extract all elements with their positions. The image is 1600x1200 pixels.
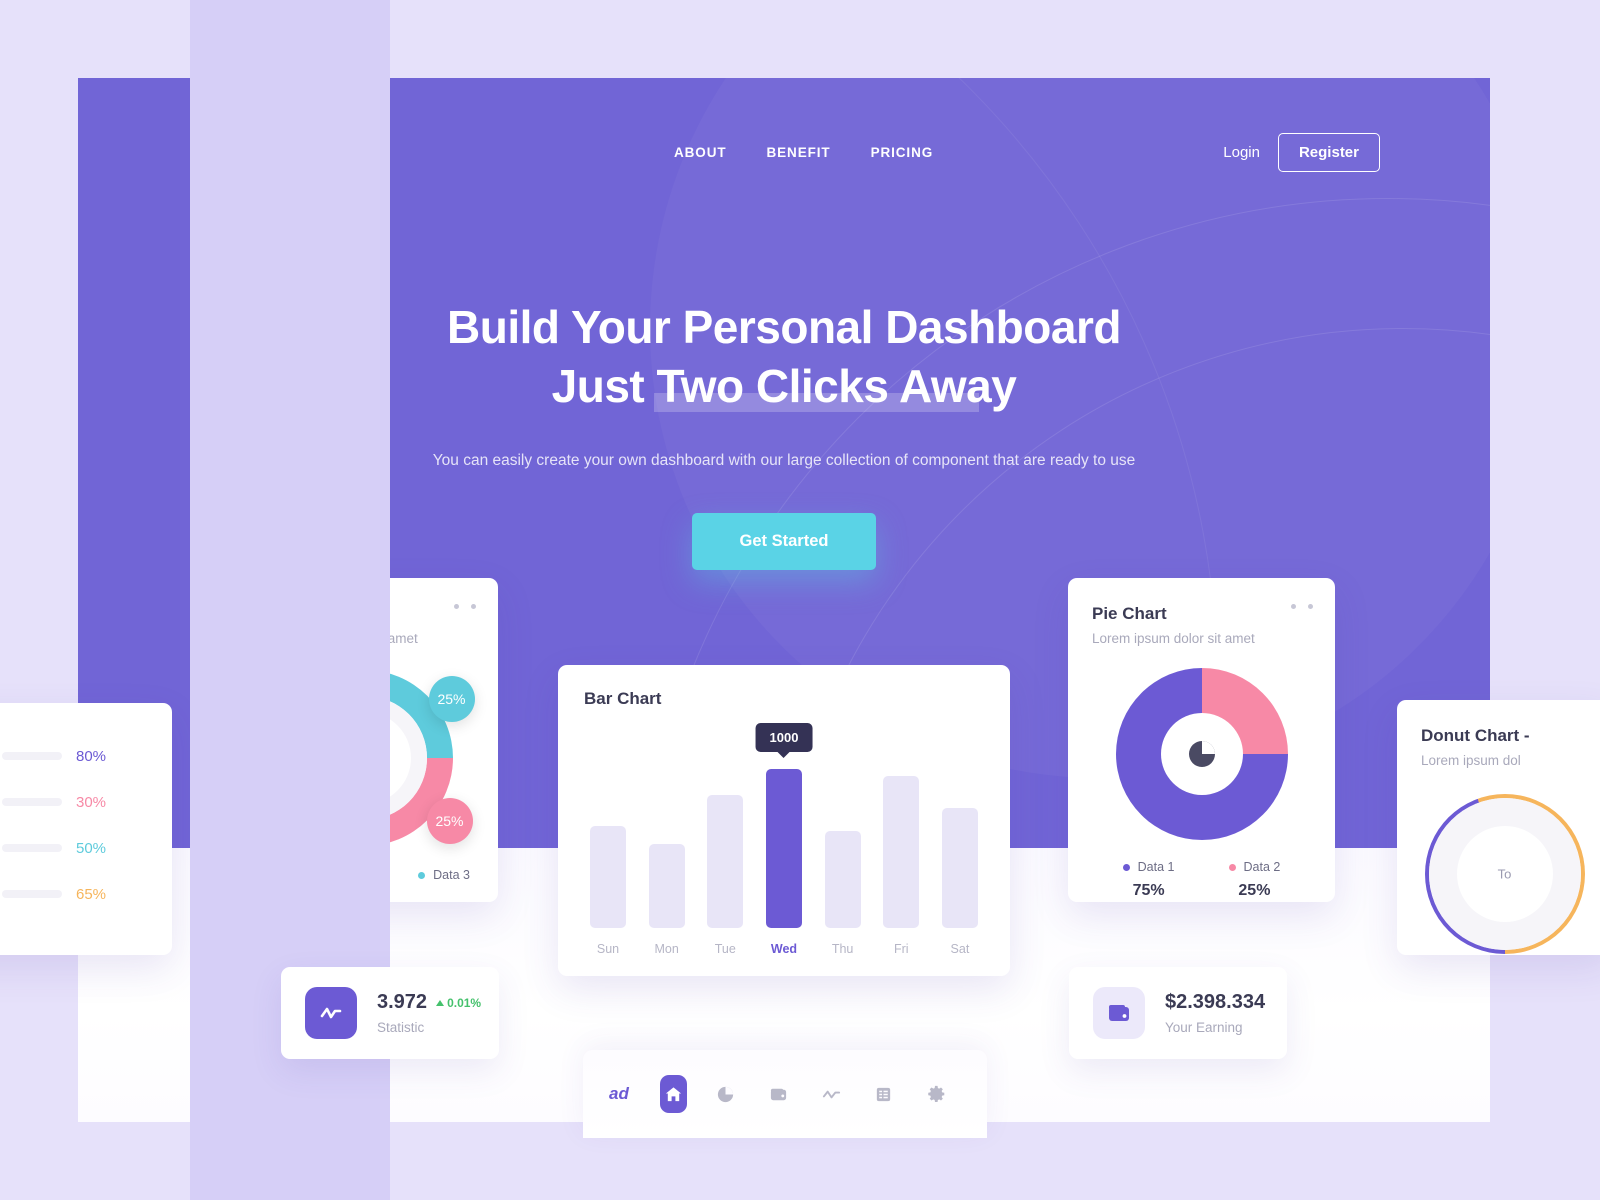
bar[interactable] — [941, 808, 978, 928]
progress-bar — [2, 798, 62, 806]
progress-row: 80% — [0, 733, 172, 779]
activity-icon — [305, 987, 357, 1039]
statistic-card: 3.972 0.01% Statistic — [281, 967, 499, 1059]
earning-label: Your Earning — [1165, 1020, 1243, 1035]
bar-column — [824, 831, 861, 928]
legend-label: Data 2 — [1243, 860, 1281, 874]
bar-column — [648, 844, 685, 928]
bar-column: 1000 — [755, 723, 813, 928]
legend-dot — [418, 871, 426, 879]
wallet-icon — [769, 1085, 788, 1104]
bar-label-sun: Sun — [596, 942, 620, 956]
hero-title-line1: Build Your Personal Dashboard — [447, 301, 1121, 353]
statistic-body: 3.972 0.01% Statistic — [377, 991, 481, 1035]
card-subtitle: Lorem ipsum dol — [1421, 753, 1521, 768]
toolbar-item-home[interactable] — [659, 1075, 687, 1113]
bar-active[interactable] — [765, 769, 802, 928]
donut-bubble-pink: 25% — [426, 798, 473, 844]
earning-card: $2.398.334 Your Earning — [1069, 967, 1287, 1059]
progress-value: 30% — [76, 793, 107, 811]
donut-chart-card-partial: Donut Chart - Lorem ipsum dol To — [1397, 700, 1600, 955]
bar-label-thu: Thu — [831, 942, 854, 956]
card-subtitle: Lorem ipsum dolor sit amet — [1092, 631, 1255, 646]
donut-bubble-teal: 25% — [428, 676, 475, 722]
hero-title-line2-wrap: Just Two Clicks Away — [552, 357, 1017, 416]
earning-body: $2.398.334 Your Earning — [1165, 991, 1265, 1035]
statistic-delta-value: 0.01% — [447, 995, 482, 1010]
list-icon — [874, 1085, 893, 1104]
toolbar-item-charts[interactable] — [713, 1075, 740, 1113]
pie-legend: Data 1 75% Data 2 25% — [1092, 860, 1311, 900]
legend-item: Data 3 — [418, 868, 470, 882]
bar-label-mon: Mon — [654, 942, 679, 956]
bottom-toolbar: ad — [583, 1050, 987, 1138]
statistic-delta: 0.01% — [436, 996, 481, 1010]
bar-column — [590, 826, 626, 928]
bar[interactable] — [648, 844, 685, 928]
legend-label: Data 1 — [1137, 860, 1175, 874]
card-menu-dots[interactable] — [1291, 604, 1313, 609]
pie-chart — [1115, 668, 1288, 840]
progress-row: 65% — [0, 871, 172, 917]
toolbar-item-wallet[interactable] — [765, 1075, 792, 1113]
thin-ring-chart: To — [1424, 794, 1585, 954]
home-icon — [664, 1085, 683, 1104]
statistic-label: Statistic — [377, 1020, 425, 1035]
card-menu-dots[interactable] — [454, 604, 476, 609]
landing-page: atomicdash ABOUT BENEFIT PRICING Login R… — [0, 0, 1600, 1200]
bar[interactable] — [824, 831, 861, 928]
bar-chart-card: Bar Chart 1000 Sun Mon Tue Wed Thu Fri S… — [558, 665, 1010, 976]
bar[interactable] — [707, 795, 744, 928]
gear-icon — [927, 1084, 947, 1104]
bar[interactable] — [883, 776, 920, 928]
legend-dot — [1122, 863, 1130, 871]
toolbar-item-activity[interactable] — [818, 1075, 845, 1113]
progress-bar — [2, 752, 62, 760]
legend-dot — [1228, 863, 1236, 871]
bar-tooltip: 1000 — [755, 723, 813, 752]
bar-label-sat: Sat — [950, 942, 970, 956]
legend-label: Data 3 — [433, 868, 470, 882]
legend-value: 25% — [1238, 882, 1271, 899]
progress-card-partial: 80% 30% 50% 65% — [0, 703, 172, 955]
progress-bar — [2, 844, 62, 852]
statistic-value: 3.972 — [377, 991, 428, 1013]
bar-label-wed: Wed — [770, 942, 798, 956]
pie-chart-card: Pie Chart Lorem ipsum dolor sit amet Dat… — [1068, 578, 1335, 902]
legend-item: Data 2 25% — [1228, 860, 1281, 900]
bar-label-fri: Fri — [893, 942, 909, 956]
activity-icon — [821, 1084, 842, 1105]
progress-value: 80% — [76, 747, 107, 765]
bar-chart: 1000 — [584, 723, 984, 928]
bar-label-tue: Tue — [714, 942, 736, 956]
get-started-button[interactable]: Get Started — [691, 512, 877, 570]
wallet-icon — [1093, 987, 1145, 1039]
hero-title-line2: Just Two Clicks Away — [551, 359, 1017, 412]
statistic-main: 3.972 0.01% — [377, 991, 481, 1014]
toolbar-brand[interactable]: ad — [609, 1084, 629, 1104]
progress-value: 50% — [76, 839, 107, 857]
card-title: Pie Chart — [1092, 604, 1167, 623]
progress-row: 50% — [0, 825, 172, 871]
card-title: Bar Chart — [584, 689, 662, 708]
pie-chart-icon — [716, 1085, 735, 1104]
bar-column — [707, 795, 744, 928]
bar-column — [941, 808, 978, 928]
earning-value: $2.398.334 — [1165, 991, 1266, 1013]
pie-chart-icon — [1185, 737, 1219, 771]
progress-value: 65% — [76, 885, 107, 903]
toolbar-item-list[interactable] — [871, 1075, 898, 1113]
progress-row: 30% — [0, 779, 172, 825]
card-title: Donut Chart - — [1421, 726, 1530, 745]
progress-bar — [2, 890, 62, 898]
toolbar-item-settings[interactable] — [923, 1075, 950, 1113]
ring-center-label: To — [1497, 866, 1512, 882]
triangle-up-icon — [436, 999, 445, 1006]
legend-value: 75% — [1132, 882, 1165, 899]
legend-item: Data 1 75% — [1122, 860, 1175, 900]
bar-axis-labels: Sun Mon Tue Wed Thu Fri Sat — [584, 942, 984, 956]
bar[interactable] — [590, 826, 626, 928]
bar-column — [883, 776, 920, 928]
